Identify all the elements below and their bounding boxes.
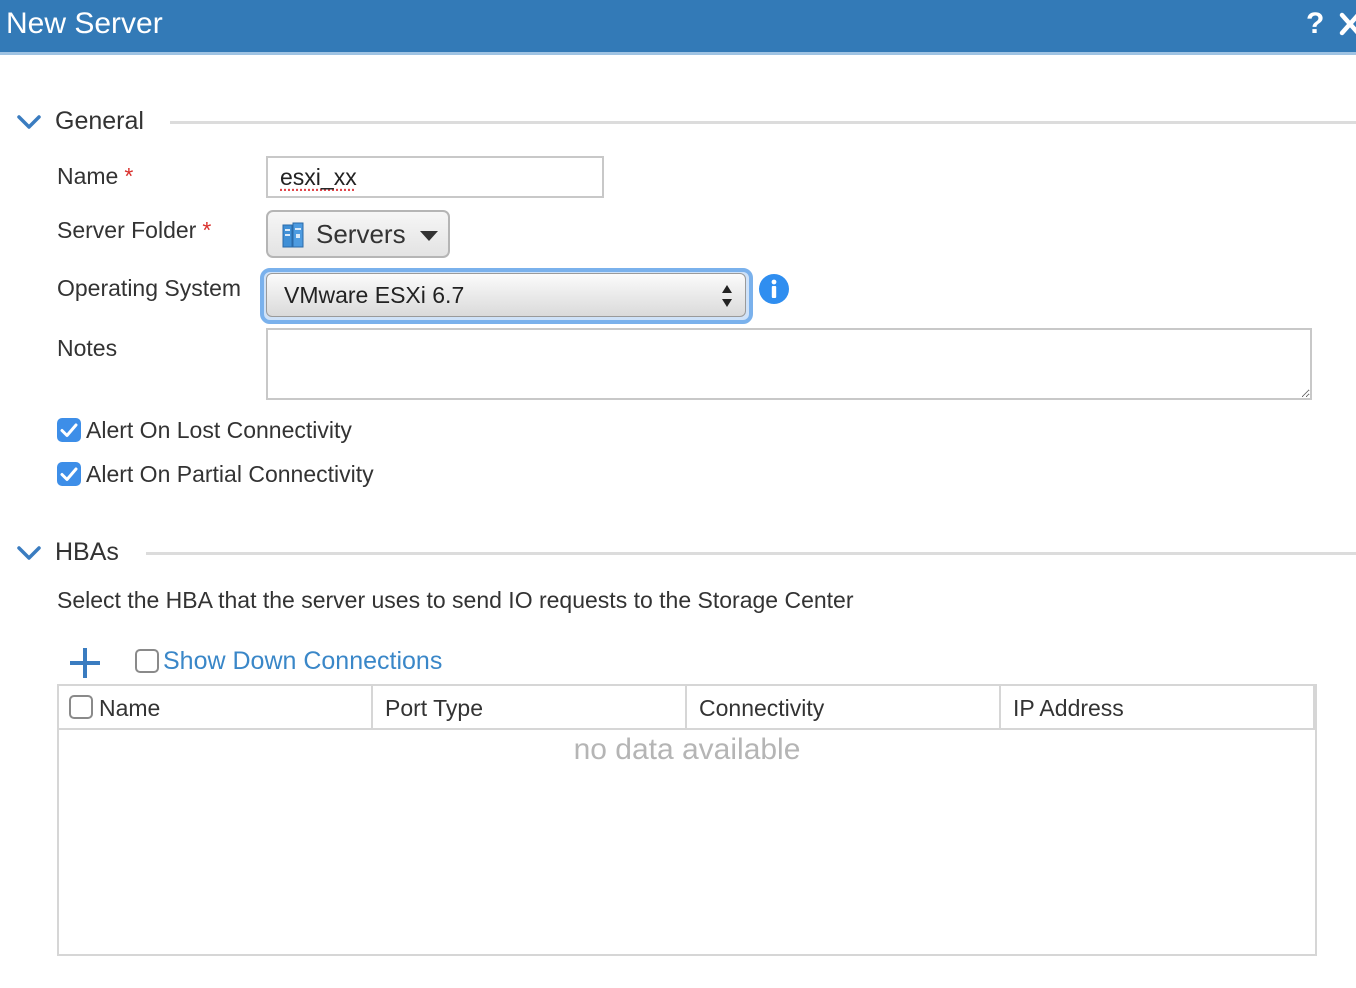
general-section-header: General — [0, 104, 1356, 144]
general-section-divider — [170, 121, 1356, 124]
title-bar: New Server ? — [0, 0, 1356, 55]
help-button[interactable]: ? — [1306, 8, 1324, 40]
alert-partial-connectivity-checkbox[interactable] — [57, 462, 81, 486]
info-icon[interactable] — [758, 273, 790, 305]
dialog-title: New Server — [6, 7, 163, 40]
show-down-connections-checkbox[interactable] — [135, 649, 159, 673]
operating-system-select[interactable]: VMware ESXi 6.7 — [266, 273, 746, 317]
server-folder-icon — [282, 222, 304, 248]
column-header-ip-address[interactable]: IP Address — [1001, 686, 1315, 728]
chevron-down-icon[interactable] — [16, 543, 42, 563]
alert-partial-connectivity-label: Alert On Partial Connectivity — [86, 461, 374, 487]
name-label: Name * — [57, 163, 134, 189]
hba-table: Name Port Type Connectivity IP Address n… — [57, 684, 1317, 956]
column-header-label: Port Type — [385, 695, 484, 721]
close-icon[interactable] — [1338, 7, 1356, 41]
required-mark: * — [124, 163, 134, 189]
operating-system-label: Operating System — [57, 275, 242, 301]
notes-textarea[interactable] — [266, 328, 1312, 400]
column-header-label: Connectivity — [699, 695, 825, 721]
required-mark: * — [202, 217, 212, 243]
column-header-label: Name — [99, 695, 161, 721]
select-arrows-icon — [722, 285, 732, 307]
show-down-connections-label[interactable]: Show Down Connections — [163, 646, 442, 676]
checkmark-icon — [60, 423, 78, 437]
column-header-name[interactable]: Name — [59, 686, 373, 728]
server-folder-dropdown[interactable]: Servers — [266, 210, 450, 258]
hbas-section-divider — [146, 552, 1356, 555]
operating-system-value: VMware ESXi 6.7 — [284, 282, 465, 308]
general-section-title: General — [55, 107, 144, 135]
hbas-section-title: HBAs — [55, 538, 119, 566]
select-all-checkbox[interactable] — [69, 695, 93, 719]
caret-down-icon — [420, 231, 438, 241]
server-folder-value: Servers — [316, 219, 406, 249]
no-data-message: no data available — [573, 733, 801, 766]
chevron-down-icon[interactable] — [16, 112, 42, 132]
hbas-section-header: HBAs — [0, 535, 1356, 575]
new-server-dialog: New Server ? General Name* Server Folder… — [0, 0, 1356, 988]
column-header-connectivity[interactable]: Connectivity — [687, 686, 1001, 728]
plus-icon[interactable] — [70, 648, 100, 678]
column-header-label: IP Address — [1013, 695, 1124, 721]
hba-description: Select the HBA that the server uses to s… — [57, 587, 854, 613]
column-header-port-type[interactable]: Port Type — [373, 686, 687, 728]
alert-lost-connectivity-label: Alert On Lost Connectivity — [86, 417, 352, 443]
checkmark-icon — [60, 467, 78, 481]
alert-lost-connectivity-checkbox[interactable] — [57, 418, 81, 442]
notes-label: Notes — [57, 335, 118, 361]
name-input[interactable] — [266, 156, 604, 198]
hba-table-header: Name Port Type Connectivity IP Address — [59, 686, 1315, 730]
server-folder-label: Server Folder * — [57, 217, 212, 243]
